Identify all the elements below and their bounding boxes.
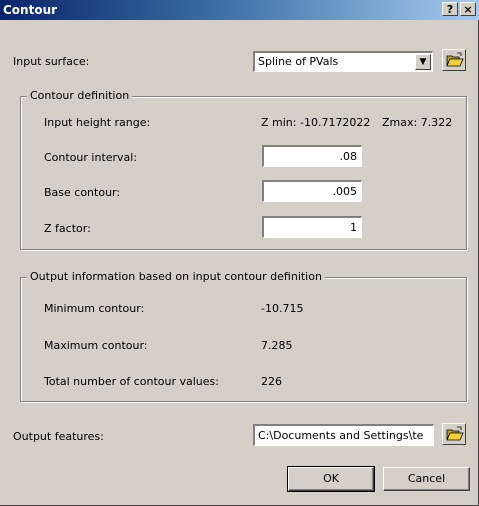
contour-definition-title: Contour definition	[27, 89, 133, 103]
ok-button[interactable]: OK	[287, 466, 375, 492]
maximum-contour-label: Maximum contour:	[44, 339, 148, 352]
total-contours-value: 226	[261, 375, 282, 388]
output-info-title: Output information based on input contou…	[27, 270, 325, 284]
close-button[interactable]: ×	[460, 2, 476, 16]
title-bar[interactable]: Contour ? ×	[0, 0, 479, 20]
output-features-input[interactable]: C:\Documents and Settings\te	[253, 424, 434, 446]
contour-dialog: Contour ? × Input surface: Spline of PVa…	[0, 0, 479, 506]
zmax-value: Zmax: 7.322	[382, 116, 453, 129]
chevron-down-icon[interactable]: ▼	[415, 54, 431, 70]
minimum-contour-value: -10.715	[261, 302, 304, 315]
dialog-title: Contour	[3, 3, 58, 17]
maximum-contour-value: 7.285	[261, 339, 293, 352]
open-folder-icon	[446, 426, 464, 441]
z-factor-label: Z factor:	[44, 222, 91, 235]
open-folder-icon	[446, 52, 464, 67]
base-contour-input[interactable]: .005	[262, 180, 362, 202]
height-range-label: Input height range:	[44, 116, 151, 129]
cancel-button[interactable]: Cancel	[383, 467, 470, 491]
contour-interval-input[interactable]: .08	[262, 145, 362, 167]
minimum-contour-label: Minimum contour:	[44, 302, 145, 315]
input-surface-browse-button[interactable]	[442, 49, 466, 71]
base-contour-label: Base contour:	[44, 186, 121, 199]
output-features-browse-button[interactable]	[442, 423, 466, 445]
input-surface-value: Spline of PVals	[258, 55, 339, 68]
input-surface-label: Input surface:	[13, 55, 90, 68]
zmin-value: Z min: -10.7172022	[261, 116, 371, 129]
total-contours-label: Total number of contour values:	[44, 375, 219, 388]
input-surface-dropdown[interactable]: Spline of PVals ▼	[253, 51, 433, 72]
help-button[interactable]: ?	[442, 2, 458, 16]
z-factor-input[interactable]: 1	[262, 216, 362, 238]
contour-interval-label: Contour interval:	[44, 151, 138, 164]
output-features-label: Output features:	[13, 430, 104, 443]
